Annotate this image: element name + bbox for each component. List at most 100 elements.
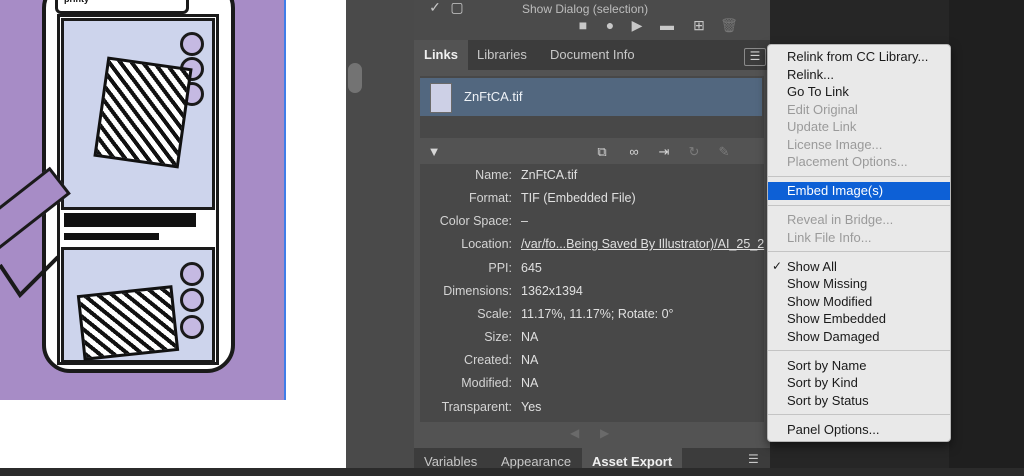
workspace-background [949,0,1024,468]
play-icon[interactable]: ▶ [628,16,646,34]
menu-item-sort-by-name[interactable]: Sort by Name [768,357,950,375]
tab-variables[interactable]: Variables [414,448,487,469]
menu-item-show-embedded[interactable]: Show Embedded [768,310,950,328]
menu-item-relink-cc[interactable]: Relink from CC Library... [768,48,950,66]
links-panel: Show Dialog (selection) ✓ ▢ ■ ● ▶ ▬ ⊞ 🗑 … [414,0,770,469]
menu-separator [768,251,950,252]
tab-appearance[interactable]: Appearance [491,448,581,469]
menu-separator [768,414,950,415]
info-label: PPI: [488,261,512,275]
info-label: Created: [464,353,512,367]
info-row-scale: Scale: 11.17%, 11.17%; Rotate: 0° [420,303,764,325]
menu-item-sort-by-kind[interactable]: Sort by Kind [768,374,950,392]
link-name: ZnFtCA.tif [464,89,523,104]
menu-item-show-damaged[interactable]: Show Damaged [768,328,950,346]
menu-item-embed-images[interactable]: Embed Image(s) [768,182,950,200]
menu-item-panel-options[interactable]: Panel Options... [768,421,950,439]
trash-icon[interactable]: 🗑 [720,16,738,34]
info-value: – [521,214,528,228]
info-label: Dimensions: [443,284,512,298]
actions-panel-strip: Show Dialog (selection) ✓ ▢ ■ ● ▶ ▬ ⊞ 🗑 [414,0,770,40]
menu-item-show-modified[interactable]: Show Modified [768,293,950,311]
info-value: Yes [521,400,542,414]
action-step-label: Show Dialog (selection) [522,2,649,16]
striped-shape [93,56,193,169]
chain-link-icon[interactable]: ∞ [624,142,644,162]
tab-links[interactable]: Links [414,40,468,70]
text-bar [64,213,196,227]
image-thumbnail-icon [430,83,452,113]
artboard[interactable]: printy [0,0,285,400]
panel-menu-button[interactable]: ☰ [744,48,766,66]
menu-item-go-to-link[interactable]: Go To Link [768,83,950,101]
hamburger-icon[interactable]: ☰ [748,452,759,466]
circle-shape [180,32,204,56]
menu-item-relink[interactable]: Relink... [768,66,950,84]
update-link-icon[interactable]: ↻ [684,142,704,162]
menu-item-sort-by-status[interactable]: Sort by Status [768,392,950,410]
dialog-toggle-icon[interactable]: ▢ [448,0,466,16]
info-value: NA [521,376,539,390]
menu-item-link-file-info: Link File Info... [787,230,872,245]
menu-separator [768,205,950,206]
info-value: TIF (Embedded File) [521,191,636,205]
info-value: NA [521,330,539,344]
menu-item-show-missing[interactable]: Show Missing [768,275,950,293]
tab-document-info[interactable]: Document Info [540,40,645,70]
menu-separator [768,350,950,351]
checkmark-icon: ✓ [772,259,783,273]
panel-tab-bar: Links Libraries Document Info [414,40,770,70]
checkbox-icon[interactable]: ✓ [426,0,444,16]
next-arrow-icon[interactable]: ▶ [600,426,609,440]
disclosure-triangle-icon[interactable]: ▼ [424,142,444,162]
menu-separator [768,176,950,177]
menu-item-reveal-in-bridge: Reveal in Bridge... [787,212,894,227]
info-label: Size: [484,330,512,344]
circle-shape [180,262,204,286]
info-row-modified: Modified: NA [420,372,764,394]
info-label: Modified: [461,376,512,390]
info-value: NA [521,353,539,367]
menu-item-edit-original: Edit Original [787,102,858,117]
link-info-section: Name: ZnFtCA.tif Format: TIF (Embedded Fil… [420,164,764,422]
info-label: Name: [475,168,512,182]
record-icon[interactable]: ● [601,16,619,34]
relink-cc-icon[interactable]: ⧉ [592,142,612,162]
info-value: 11.17%, 11.17%; Rotate: 0° [521,307,674,321]
info-row-ppi: PPI: 645 [420,257,764,279]
info-label: Format: [468,191,512,205]
info-label: Scale: [477,307,512,321]
menu-item-placement-options: Placement Options... [787,154,908,169]
menu-item-update-link: Update Link [787,119,857,134]
info-row-location: Location: /var/fo...Being Saved By Illust… [420,233,764,255]
scrollbar-thumb[interactable] [348,63,362,93]
new-action-icon[interactable]: ⊞ [690,16,708,34]
info-label: Location: [461,237,512,251]
circle-shape [180,288,204,312]
hamburger-icon: ☰ [749,49,761,63]
stop-icon[interactable]: ■ [574,16,592,34]
info-row-dimensions: Dimensions: 1362x1394 [420,280,764,302]
circle-shape [180,315,204,339]
info-row-transparent: Transparent: Yes [420,396,764,418]
info-value: 645 [521,261,542,275]
tab-libraries[interactable]: Libraries [467,40,537,70]
link-row[interactable]: ZnFtCA.tif [420,78,762,116]
info-value: 1362x1394 [521,284,583,298]
info-row-size: Size: NA [420,326,764,348]
edit-original-icon[interactable]: ✎ [714,142,734,162]
location-link[interactable]: /var/fo...Being Saved By Illustrator)/AI… [521,237,764,251]
bottom-tab-bar: Variables Appearance Asset Export ☰ [414,448,770,469]
menu-item-show-all[interactable]: ✓ Show All [768,258,950,276]
tab-asset-export[interactable]: Asset Export [582,448,683,469]
info-row-format: Format: TIF (Embedded File) [420,187,764,209]
info-label: Transparent: [441,400,512,414]
info-label: Color Space: [439,214,512,228]
info-pager: ◀ ▶ [414,424,770,444]
folder-icon[interactable]: ▬ [658,16,676,34]
striped-shape [76,285,180,361]
check-shape [0,255,60,299]
previous-arrow-icon[interactable]: ◀ [570,426,579,440]
goto-link-icon[interactable]: ⇥ [654,142,674,162]
info-row-name: Name: ZnFtCA.tif [420,164,764,186]
